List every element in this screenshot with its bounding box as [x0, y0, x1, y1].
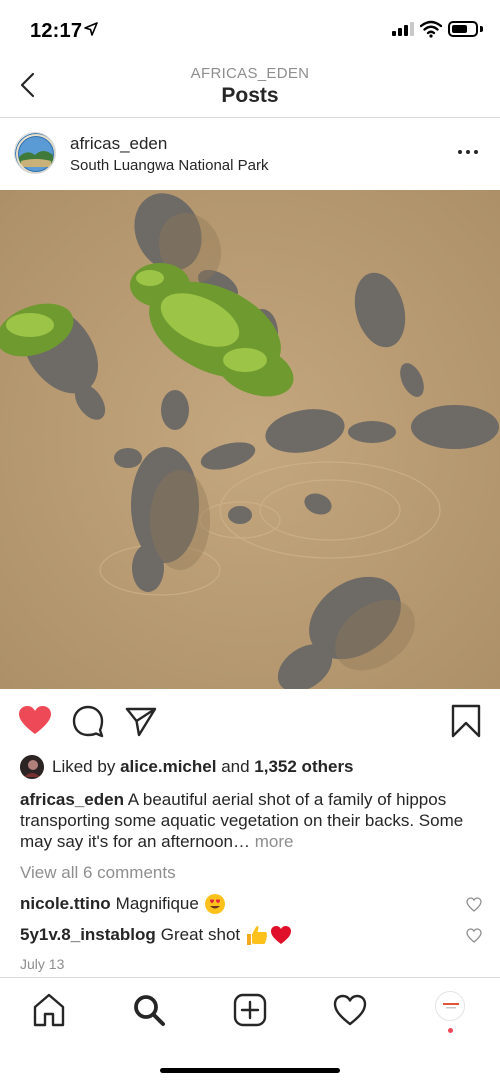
status-bar: 12:17	[0, 0, 500, 60]
comment-like-heart-icon[interactable]	[466, 928, 482, 943]
post-header: africas_eden South Luangwa National Park	[0, 118, 500, 190]
activity-heart-icon[interactable]	[332, 992, 368, 1028]
liked-by-others[interactable]: 1,352 others	[254, 757, 353, 776]
nav-header: AFRICAS_EDEN Posts	[0, 60, 500, 118]
battery-icon	[448, 21, 478, 37]
comment-text: Great shot	[160, 925, 241, 944]
home-indicator	[160, 1068, 340, 1073]
caption-more-link[interactable]: more	[255, 832, 294, 851]
view-all-comments-link[interactable]: View all 6 comments	[20, 863, 176, 883]
home-icon[interactable]	[31, 992, 67, 1028]
comment-username[interactable]: nicole.ttino	[20, 894, 111, 914]
share-icon[interactable]	[124, 704, 158, 738]
heart-eyes-emoji-icon	[204, 893, 226, 915]
more-options-icon[interactable]	[458, 146, 484, 158]
battery-tip	[480, 26, 483, 32]
comment-row: 5y1v.8_instablog Great shot	[20, 922, 490, 948]
comment-like-heart-icon[interactable]	[466, 897, 482, 912]
location-arrow-icon	[84, 22, 98, 36]
caption-username[interactable]: africas_eden	[20, 790, 124, 809]
profile-tab-avatar[interactable]	[435, 991, 465, 1021]
notification-dot	[448, 1028, 453, 1033]
red-heart-emoji-icon	[270, 925, 292, 945]
likes-row[interactable]: Liked by alice.michel and 1,352 others	[20, 754, 354, 780]
post-location[interactable]: South Luangwa National Park	[70, 157, 268, 174]
post-image[interactable]	[0, 190, 500, 689]
profile-avatar[interactable]	[14, 132, 56, 174]
post-action-bar	[0, 690, 500, 752]
liked-by-prefix: Liked by	[52, 757, 116, 776]
comment-icon[interactable]	[71, 704, 105, 738]
header-subtitle: AFRICAS_EDEN	[190, 65, 310, 82]
post-caption: africas_eden A beautiful aerial shot of …	[20, 789, 480, 852]
bookmark-icon[interactable]	[449, 704, 483, 738]
post-date: July 13	[20, 956, 65, 972]
status-time: 12:17	[30, 20, 83, 42]
bottom-tab-bar	[0, 977, 500, 1083]
search-icon[interactable]	[131, 992, 167, 1028]
liker-avatar	[20, 755, 44, 779]
liked-by-user[interactable]: alice.michel	[120, 757, 216, 776]
comment-row: nicole.ttino Magnifique	[20, 891, 490, 917]
post-username[interactable]: africas_eden	[70, 134, 167, 154]
thumbs-up-emoji-icon	[245, 924, 269, 946]
comment-username[interactable]: 5y1v.8_instablog	[20, 925, 156, 945]
add-post-icon[interactable]	[232, 992, 268, 1028]
wifi-icon	[420, 20, 442, 38]
likes-text: Liked by alice.michel and 1,352 others	[52, 757, 354, 777]
comment-text: Magnifique	[115, 894, 199, 913]
liked-by-joiner: and	[221, 757, 250, 776]
header-title: Posts	[221, 84, 279, 107]
heart-filled-icon[interactable]	[18, 704, 52, 738]
cell-signal-icon	[392, 22, 414, 36]
